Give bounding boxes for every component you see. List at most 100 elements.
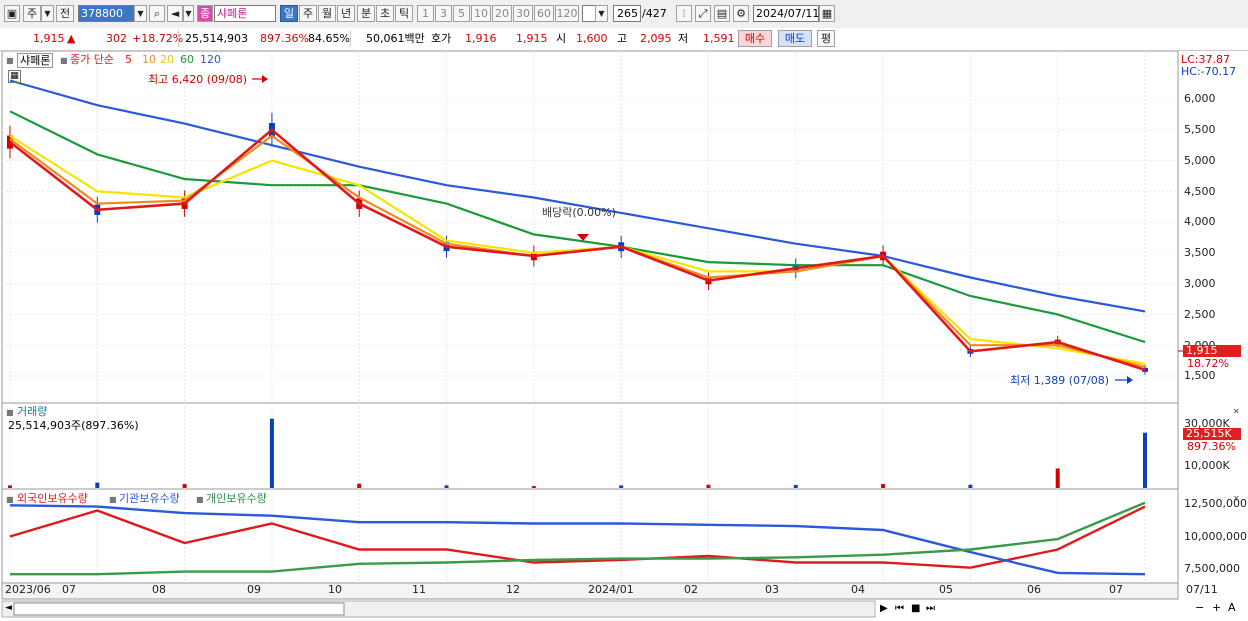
tab-month[interactable]: 월 (318, 5, 336, 22)
legend-marker-icon: ■ (109, 495, 117, 504)
interval-5[interactable]: 5 (453, 5, 470, 22)
tab-day[interactable]: 일 (280, 5, 298, 22)
interval-20[interactable]: 20 (492, 5, 512, 22)
volume-bar (269, 418, 274, 488)
fast-forward-icon[interactable]: ⏭ (926, 602, 935, 615)
tab-week[interactable]: 주 (299, 5, 317, 22)
current-price: 1,915 (33, 32, 65, 45)
play-icon[interactable]: ▶ (880, 602, 888, 615)
x-tick-end-date: 07/11 (1186, 583, 1218, 596)
legend-individual: 개인보유수량 (206, 492, 267, 505)
interval-30[interactable]: 30 (513, 5, 533, 22)
low-price: 1,591 (703, 32, 735, 45)
y-tick-1500: 1,500 (1184, 369, 1216, 382)
volume-close-icon[interactable]: ✕ (1233, 405, 1240, 418)
interval-dropdown-icon[interactable]: ▼ (595, 5, 608, 22)
volume-pct-label: 897.36% (1187, 440, 1236, 453)
table-icon[interactable]: ▦ (8, 70, 21, 83)
grid-icon[interactable]: ⁞ (676, 5, 692, 22)
scroll-left-icon[interactable]: ◄ (5, 602, 12, 615)
x-tick-2024-01: 2024/01 (588, 583, 634, 596)
holding-marker-icon: ■ (6, 495, 14, 504)
search-icon[interactable]: ⌕ (149, 5, 165, 22)
volume-tag: 25,515K (1183, 428, 1241, 440)
legend-institution: 기관보유수량 (119, 492, 180, 505)
interval-1[interactable]: 1 (417, 5, 434, 22)
calendar-icon[interactable]: ▦ (819, 5, 835, 22)
volume-panel-frame (1, 402, 1179, 490)
count-input[interactable]: 265 (613, 5, 641, 22)
zoom-in-icon[interactable]: + (1212, 601, 1221, 614)
ma-legend-60: 60 (180, 53, 194, 66)
divider (178, 30, 179, 47)
ma-legend-120: 120 (200, 53, 221, 66)
count-total: /427 (642, 7, 667, 20)
code-dropdown-icon[interactable]: ▼ (134, 5, 147, 22)
open-price: 1,600 (576, 32, 608, 45)
ma-legend-20: 20 (160, 53, 174, 66)
scale-icon[interactable]: A (1228, 601, 1236, 614)
rewind-icon[interactable]: ⏮ (895, 602, 904, 615)
y-tick-5000: 5,000 (1184, 154, 1216, 167)
zoom-out-icon[interactable]: − (1195, 601, 1204, 614)
low-label: 저 (678, 32, 689, 45)
tab-year[interactable]: 년 (337, 5, 355, 22)
x-tick-2023-06: 2023/06 (5, 583, 51, 596)
volume-bar (1055, 468, 1060, 488)
interval-3[interactable]: 3 (435, 5, 452, 22)
holding-close-icon[interactable]: ✕ (1233, 492, 1240, 505)
volume-bar (531, 486, 536, 488)
tab-tick[interactable]: 틱 (395, 5, 413, 22)
code-input[interactable]: 378800 (78, 5, 134, 22)
y-tick-4500: 4,500 (1184, 185, 1216, 198)
volume-bar (793, 484, 798, 488)
save-icon[interactable]: ▤ (714, 5, 730, 22)
x-tick-09: 09 (247, 583, 261, 596)
hoga-ask: 1,916 (465, 32, 497, 45)
x-tick-03: 03 (765, 583, 779, 596)
volume-bar (619, 485, 624, 488)
chart-canvas[interactable] (0, 51, 1248, 621)
volume: 25,514,903 (185, 32, 248, 45)
up-arrow-icon: ▲ (67, 32, 76, 45)
interval-60[interactable]: 60 (534, 5, 554, 22)
hold-tick-7500000: 7,500,000 (1184, 562, 1240, 575)
buy-button[interactable]: 매수 (738, 30, 772, 47)
x-tick-11: 11 (412, 583, 426, 596)
x-tick-04: 04 (851, 583, 865, 596)
interval-120[interactable]: 120 (555, 5, 579, 22)
x-tick-02: 02 (684, 583, 698, 596)
volume-bar (968, 484, 973, 488)
sell-button[interactable]: 매도 (778, 30, 812, 47)
speaker-dropdown-icon[interactable]: ▼ (183, 5, 194, 22)
volume-bar (881, 484, 886, 488)
period-dropdown[interactable]: 주 (23, 5, 41, 22)
expand-icon[interactable]: ⤢ (695, 5, 711, 22)
interval-10[interactable]: 10 (471, 5, 491, 22)
scrollbar-thumb[interactable] (13, 602, 345, 616)
y-tick-3000: 3,000 (1184, 277, 1216, 290)
gear-icon[interactable]: ⚙ (733, 5, 749, 22)
x-tick-07b: 07 (1109, 583, 1123, 596)
y-tick-5500: 5,500 (1184, 123, 1216, 136)
legend-marker-icon: ■ (60, 56, 68, 65)
low-annotation: 최저 1,389 (07/08) (1010, 374, 1110, 387)
speaker-icon[interactable]: ◄ (167, 5, 183, 22)
stock-name[interactable]: 샤페론 (214, 5, 276, 22)
date-input[interactable]: 2024/07/11 (753, 5, 819, 22)
tab-second[interactable]: 초 (376, 5, 394, 22)
avg-button[interactable]: 평 (817, 30, 835, 47)
volume-title: 거래량 (17, 405, 48, 418)
y-tick-3500: 3,500 (1184, 246, 1216, 259)
chevron-down-icon[interactable]: ▼ (41, 5, 54, 22)
stop-icon[interactable]: ■ (911, 602, 920, 615)
open-label: 시 (556, 32, 567, 45)
volume-bar (357, 483, 362, 488)
ma-legend-5: 5 (125, 53, 132, 66)
prev-button[interactable]: 전 (56, 5, 74, 22)
tab-minute[interactable]: 분 (357, 5, 375, 22)
price-panel-name[interactable]: 샤페론 (17, 53, 54, 68)
window-icon[interactable]: ▣ (4, 5, 20, 22)
y-tick-2500: 2,500 (1184, 308, 1216, 321)
price-change-pct: +18.72% (132, 32, 184, 45)
